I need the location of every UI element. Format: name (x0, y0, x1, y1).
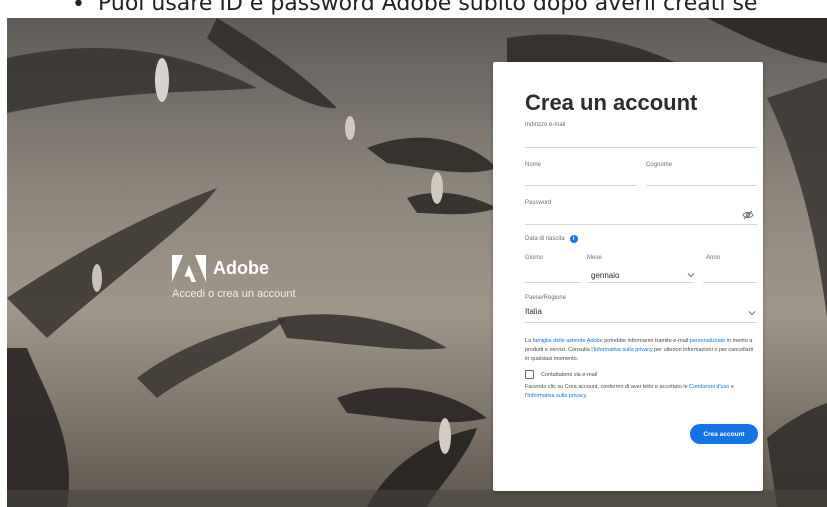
legal-text: Facendo clic su Crea account, confermo d… (525, 384, 690, 390)
dob-label: Data di nascita (525, 236, 565, 242)
day-label: Giorno (525, 255, 544, 261)
month-value: gennaio (591, 271, 620, 280)
create-account-card: Crea un account Indirizzo e-mail Nome Co… (493, 62, 763, 491)
legal-text: potrebbe informarmi tramite e-mail (602, 338, 690, 344)
password-field[interactable]: Password (525, 200, 757, 225)
country-label: Paese/Regione (525, 295, 567, 301)
legal-text: La (525, 338, 533, 344)
last-name-field[interactable]: Cognome (646, 162, 757, 186)
legal-text: e (729, 384, 734, 390)
form-title: Crea un account (525, 90, 698, 115)
create-account-button[interactable]: Crea account (690, 424, 758, 444)
adobe-family-link[interactable]: famiglia delle aziende Adobe (533, 338, 603, 344)
last-name-label: Cognome (646, 162, 673, 168)
country-select[interactable]: Paese/Regione Italia (525, 295, 757, 323)
privacy-policy-link[interactable]: l'Informativa sulla privacy (591, 347, 652, 353)
dob-label-row: Data di nascita i (525, 235, 578, 243)
brand-name: Adobe (213, 258, 269, 278)
brand: Adobe Accedi o crea un account (172, 255, 296, 300)
first-name-label: Nome (525, 162, 542, 168)
eye-slash-icon[interactable] (742, 210, 754, 220)
email-consent-row[interactable]: Contattatemi via e-mail (525, 370, 597, 379)
first-name-field[interactable]: Nome (525, 162, 637, 186)
country-value: Italia (525, 307, 542, 316)
email-label: Indirizzo e-mail (525, 122, 566, 128)
month-label: Mese (587, 255, 602, 261)
top-caption: • Puoi usare ID e password Adobe subito … (0, 0, 827, 20)
caption-bullet: • (72, 0, 85, 17)
legal-text: . (585, 393, 588, 399)
email-consent-checkbox[interactable] (525, 370, 534, 379)
personalized-link[interactable]: personalizzate (690, 338, 725, 344)
chevron-down-icon[interactable] (687, 272, 695, 278)
marketing-consent-text: La famiglia delle aziende Adobe potrebbe… (525, 337, 755, 364)
adobe-logo-icon (172, 255, 206, 282)
day-field[interactable]: Giorno (525, 255, 581, 283)
privacy-policy-link[interactable]: l'Informativa sulla privacy (525, 393, 586, 399)
terms-of-use-link[interactable]: Condizioni d'uso (689, 384, 729, 390)
info-icon[interactable]: i (569, 235, 578, 243)
month-select[interactable]: Mese gennaio (587, 255, 694, 283)
caption-text: Puoi usare ID e password Adobe subito do… (98, 0, 758, 16)
brand-tagline: Accedi o crea un account (172, 288, 296, 300)
password-label: Password (525, 200, 552, 206)
terms-text: Facendo clic su Crea account, confermo d… (525, 383, 755, 401)
year-label: Anno (706, 255, 721, 261)
chevron-down-icon[interactable] (748, 310, 756, 316)
email-consent-label: Contattatemi via e-mail (541, 371, 598, 378)
email-field[interactable]: Indirizzo e-mail (525, 122, 757, 148)
year-field[interactable]: Anno (703, 255, 757, 283)
